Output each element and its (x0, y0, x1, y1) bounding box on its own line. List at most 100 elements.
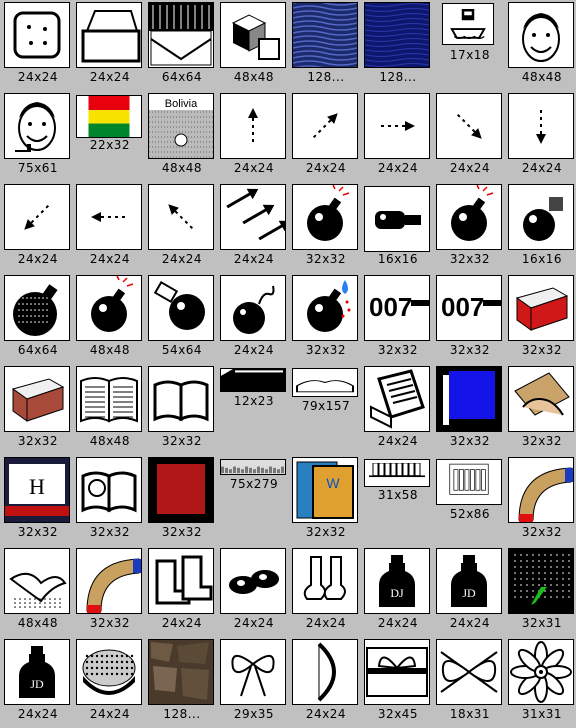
size-label: 128... (163, 707, 201, 721)
grid-cell[interactable]: JD 24x24 (434, 546, 506, 637)
grid-cell[interactable]: 75x61 (2, 91, 74, 182)
grid-cell[interactable]: 32x32 (434, 364, 506, 455)
grid-cell[interactable]: 48x48 (74, 273, 146, 364)
grid-cell[interactable]: 32x32 (506, 364, 576, 455)
bomb-icon (76, 275, 142, 341)
grid-cell[interactable]: H 32x32 (2, 455, 74, 546)
grid-cell[interactable]: 48x48 (2, 546, 74, 637)
size-label: 12x23 (233, 394, 275, 408)
svg-text:DJ: DJ (390, 586, 404, 600)
grid-cell[interactable]: 24x24 (290, 91, 362, 182)
shelf-books-icon (436, 459, 502, 505)
grid-cell[interactable]: 48x48 (74, 364, 146, 455)
grid-cell[interactable]: 32x32 (506, 273, 576, 364)
size-label: 24x24 (521, 161, 563, 175)
closed-book-icon (220, 368, 286, 392)
grid-cell[interactable]: 32x31 (506, 546, 576, 637)
grid-cell[interactable]: JD 24x24 (2, 637, 74, 728)
size-label: 24x24 (17, 70, 59, 84)
grid-cell[interactable]: 24x24 (218, 273, 290, 364)
grid-cell[interactable]: 32x32 (290, 273, 362, 364)
size-label: 24x24 (305, 707, 347, 721)
grid-cell[interactable]: 128... (290, 0, 362, 91)
size-label: 32x32 (305, 525, 347, 539)
grid-cell[interactable]: 32x32 (146, 455, 218, 546)
size-label: 24x24 (377, 161, 419, 175)
grid-cell[interactable]: 16x16 (362, 182, 434, 273)
grid-cell[interactable]: W 32x32 (290, 455, 362, 546)
bomb-dotted-icon (4, 275, 70, 341)
bolivia-card-icon: Bolivia (148, 93, 214, 159)
grid-cell[interactable]: 48x48 (506, 0, 576, 91)
size-label: 24x24 (161, 252, 203, 266)
grid-cell[interactable]: 24x24 (362, 91, 434, 182)
size-label: 32x32 (449, 252, 491, 266)
blue-texture-icon (292, 2, 358, 68)
size-label: 24x24 (449, 161, 491, 175)
boomerang-arc-icon (508, 457, 574, 523)
size-label: 52x86 (449, 507, 491, 521)
grid-cell[interactable]: 24x24 (506, 91, 576, 182)
size-label: 31x31 (521, 707, 563, 721)
grid-cell[interactable]: 128... (362, 0, 434, 91)
grid-cell[interactable]: 64x64 (2, 273, 74, 364)
grid-cell[interactable]: 54x64 (146, 273, 218, 364)
size-label: 22x32 (89, 138, 131, 152)
grid-cell[interactable]: 48x48 (218, 0, 290, 91)
size-label: 24x24 (233, 343, 275, 357)
grid-cell[interactable]: 17x18 (434, 0, 506, 91)
grid-cell[interactable]: 24x24 (146, 182, 218, 273)
grid-cell[interactable]: 24x24 (74, 182, 146, 273)
grid-cell[interactable]: DJ 24x24 (362, 546, 434, 637)
grid-cell[interactable]: 29x35 (218, 637, 290, 728)
arrow-up-right-icon (292, 93, 358, 159)
grid-cell[interactable]: 12x23 (218, 364, 290, 455)
grid-cell[interactable]: 52x86 (434, 455, 506, 546)
grid-cell[interactable]: 79x157 (290, 364, 362, 455)
grid-cell[interactable]: 32x32 (2, 364, 74, 455)
grid-cell[interactable]: 128... (146, 637, 218, 728)
grid-cell[interactable]: 24x24 (434, 91, 506, 182)
grid-cell[interactable]: 64x64 (146, 0, 218, 91)
grid-cell[interactable]: 24x24 (74, 637, 146, 728)
grid-cell[interactable]: 31x31 (506, 637, 576, 728)
grid-cell[interactable]: 31x58 (362, 455, 434, 546)
size-label: 31x58 (377, 488, 419, 502)
grid-cell[interactable]: 24x24 (218, 546, 290, 637)
grid-cell[interactable]: 24x24 (2, 0, 74, 91)
grid-cell[interactable]: 32x32 (74, 546, 146, 637)
size-label: 32x31 (521, 616, 563, 630)
grid-cell[interactable]: 32x32 (146, 364, 218, 455)
size-label: 48x48 (233, 70, 275, 84)
size-label: 24x24 (233, 616, 275, 630)
grid-cell[interactable]: 24x24 (146, 546, 218, 637)
grid-cell[interactable]: 32x32 (434, 182, 506, 273)
grid-cell[interactable]: 24x24 (218, 182, 290, 273)
size-label: 24x24 (89, 707, 131, 721)
size-label: 48x48 (521, 70, 563, 84)
grid-cell[interactable]: 32x45 (362, 637, 434, 728)
arrow-left-icon (76, 184, 142, 250)
size-label: 32x32 (449, 343, 491, 357)
size-label: 24x24 (161, 616, 203, 630)
grid-cell[interactable]: 24x24 (74, 0, 146, 91)
size-label: 24x24 (89, 252, 131, 266)
grid-cell[interactable]: 007 32x32 (434, 273, 506, 364)
grid-cell[interactable]: 007 32x32 (362, 273, 434, 364)
size-label: 48x48 (89, 434, 131, 448)
grid-cell[interactable]: 22x32 (74, 91, 146, 182)
grid-cell[interactable]: 18x31 (434, 637, 506, 728)
grid-cell[interactable]: 75x279 (218, 455, 290, 546)
grid-cell[interactable]: 32x32 (506, 455, 576, 546)
grid-cell[interactable]: 24x24 (290, 546, 362, 637)
grid-cell[interactable]: 24x24 (218, 91, 290, 182)
stone-texture-icon (148, 639, 214, 705)
grid-cell[interactable]: 24x24 (362, 364, 434, 455)
grid-cell[interactable]: 16x16 (506, 182, 576, 273)
grid-cell[interactable]: 32x32 (74, 455, 146, 546)
grid-cell[interactable]: 32x32 (290, 182, 362, 273)
grid-cell[interactable]: Bolivia 48x48 (146, 91, 218, 182)
grid-cell[interactable]: 24x24 (290, 637, 362, 728)
bow-gift-icon (220, 639, 286, 705)
grid-cell[interactable]: 24x24 (2, 182, 74, 273)
